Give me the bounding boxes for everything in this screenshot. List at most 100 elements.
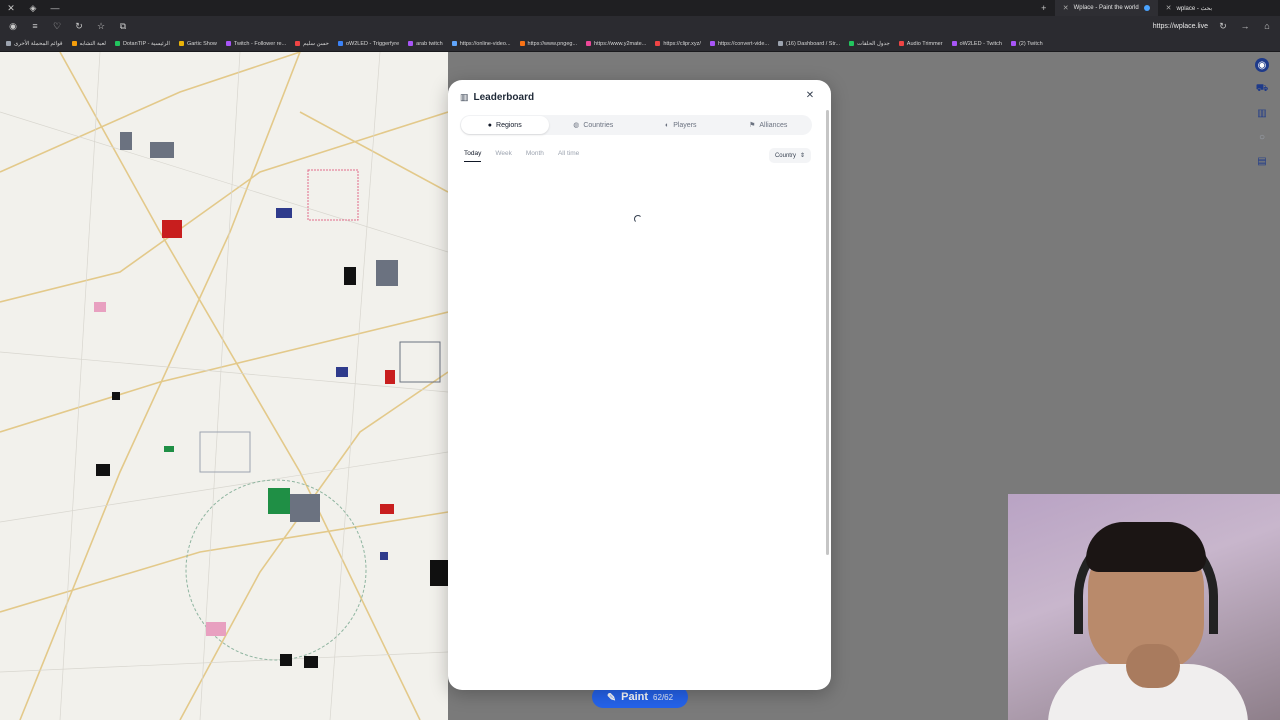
brush-icon: ✎ <box>606 691 617 704</box>
period-today[interactable]: Today <box>464 150 482 162</box>
bookmark-label: arab twitch <box>416 40 443 47</box>
bookmark-label: Twitch - Follower re... <box>233 40 287 47</box>
bookmark-item[interactable]: https://www.pngeg... <box>519 41 577 47</box>
scrollbar[interactable] <box>826 110 829 555</box>
close-tab-icon[interactable]: ✕ <box>1166 4 1172 12</box>
home-icon[interactable]: ⌂ <box>1260 21 1274 31</box>
bookmark-label: (16) Dashboard / Str... <box>786 40 841 47</box>
favorite-icon[interactable]: ♡ <box>50 21 64 32</box>
tab-search[interactable]: ✕ wplace - بحث <box>1158 0 1220 16</box>
bookmark-favicon-icon <box>451 41 457 46</box>
bookmark-label: Audio Trimmer <box>906 40 943 47</box>
browser-menu-icon[interactable]: ◈ <box>22 0 44 16</box>
map-roads <box>0 52 448 720</box>
globe-icon: ◍ <box>573 122 580 129</box>
tab-label: Regions <box>496 121 522 129</box>
bookmark-item[interactable]: حسن سليم <box>295 41 329 47</box>
bookmark-favicon-icon <box>337 41 343 46</box>
modal-title: Leaderboard <box>473 92 535 103</box>
extensions-icon[interactable]: ◉ <box>6 21 20 32</box>
bookmark-item[interactable]: لعبة التشابه <box>71 41 106 47</box>
share-icon[interactable]: ⧉ <box>116 21 130 32</box>
bookmark-label: حسن سليم <box>303 40 329 47</box>
bookmark-favicon-icon <box>408 41 414 46</box>
webcam-overlay <box>1008 494 1280 720</box>
avatar-icon[interactable]: ◉ <box>1255 58 1269 72</box>
leaderboard-icon: ▥ <box>460 92 469 102</box>
bookmark-item[interactable]: DotanTIP - الرئيسية <box>114 41 170 47</box>
pixel-map-canvas[interactable] <box>0 52 448 720</box>
bookmark-label: Gartic Show <box>186 40 217 47</box>
bookmark-favicon-icon <box>519 41 525 46</box>
bookmark-favicon-icon <box>225 41 231 46</box>
period-month[interactable]: Month <box>526 150 544 162</box>
bookmark-item[interactable]: قوائم المحملة الأخرى <box>6 41 63 47</box>
hair-shape <box>1086 522 1206 572</box>
bookmark-label: https://online-video... <box>459 40 511 47</box>
modal-header: ▥ Leaderboard <box>460 92 534 103</box>
menu-icon[interactable]: ≡ <box>28 21 42 31</box>
country-select-value: Country <box>774 152 796 159</box>
reload-icon[interactable]: ↻ <box>72 21 86 32</box>
bookmark-favicon-icon <box>586 41 592 46</box>
bookmark-item[interactable]: (2) Twitch <box>1010 40 1043 47</box>
close-tab-icon[interactable]: ✕ <box>1063 4 1069 12</box>
bookmark-favicon-icon <box>778 41 783 46</box>
bookmark-item[interactable]: Audio Trimmer <box>898 40 943 47</box>
bookmark-item[interactable]: https://convert-vide... <box>709 41 769 47</box>
info-icon[interactable]: ○ <box>1255 130 1269 144</box>
close-button[interactable]: ✕ <box>803 88 817 102</box>
address-bar: ◉ ≡ ♡ ↻ ☆ ⧉ https://wplace.live ↻ → ⌂ <box>0 16 1280 36</box>
browser-tabstrip: ✕ ◈ — + ✕ Wplace - Paint the world ✕ wpl… <box>0 0 1280 16</box>
store-icon[interactable]: ⛟ <box>1255 82 1269 96</box>
url-field[interactable]: https://wplace.live <box>1153 23 1208 30</box>
bookmark-favicon-icon <box>951 41 957 46</box>
bookmark-item[interactable]: https://www.y2mate... <box>586 41 646 47</box>
bookmark-item[interactable]: oW2LED - Twitch <box>951 40 1002 47</box>
period-tabs: Today Week Month All time <box>464 150 579 162</box>
flag-icon: ⚑ <box>749 122 756 129</box>
leaderboard-icon[interactable]: ▥ <box>1255 106 1269 120</box>
bookmark-star-icon[interactable]: ☆ <box>94 21 108 32</box>
tab-players[interactable]: ◐ Players <box>637 115 725 135</box>
chart-icon[interactable]: ▤ <box>1255 154 1269 168</box>
bookmark-item[interactable]: Gartic Show <box>178 40 217 47</box>
country-select[interactable]: Country ⇕ <box>768 148 811 163</box>
period-week[interactable]: Week <box>495 150 512 162</box>
tab-label: Players <box>673 121 697 129</box>
bookmark-item[interactable]: Twitch - Follower re... <box>225 40 287 47</box>
bookmark-favicon-icon <box>6 41 11 46</box>
chevron-updown-icon: ⇕ <box>799 153 805 159</box>
leaderboard-tabs: ● Regions ◍ Countries ◐ Players ⚑ Allian… <box>460 115 812 135</box>
tab-label: Alliances <box>759 121 788 129</box>
bookmark-label: oW2LED - Twitch <box>959 40 1002 47</box>
close-window-icon[interactable]: ✕ <box>0 0 22 16</box>
bookmark-item[interactable]: https://online-video... <box>451 40 511 47</box>
pin-icon: ● <box>487 121 493 129</box>
tab-countries[interactable]: ◍ Countries <box>550 115 638 135</box>
bookmark-favicon-icon <box>709 41 715 46</box>
bookmark-item[interactable]: oW2LED - Triggerfyre <box>337 41 399 47</box>
tab-alliances[interactable]: ⚑ Alliances <box>725 115 813 135</box>
reload-page-icon[interactable]: ↻ <box>1216 21 1230 32</box>
new-tab-icon[interactable]: + <box>1033 0 1055 16</box>
tab-regions[interactable]: ● Regions <box>461 116 549 134</box>
leaderboard-modal: ▥ Leaderboard ✕ ● Regions ◍ Countries ◐ … <box>448 80 831 690</box>
paint-charges: 62/62 <box>653 692 674 702</box>
forward-icon[interactable]: → <box>1238 21 1252 31</box>
bookmark-item[interactable]: جدول الحلقات <box>849 41 890 47</box>
bookmark-label: https://clipr.xyz/ <box>663 40 701 47</box>
bookmark-favicon-icon <box>295 41 301 46</box>
tab-wplace[interactable]: ✕ Wplace - Paint the world <box>1054 0 1158 16</box>
minimize-icon[interactable]: — <box>44 0 66 16</box>
bookmark-label: (2) Twitch <box>1018 40 1043 47</box>
wplace-favicon-icon <box>1143 5 1150 11</box>
bookmark-item[interactable]: arab twitch <box>408 41 443 47</box>
user-icon: ◐ <box>664 121 670 129</box>
loading-spinner-icon <box>634 215 642 223</box>
bookmark-item[interactable]: https://clipr.xyz/ <box>655 41 701 47</box>
bookmark-label: قوائم المحملة الأخرى <box>14 40 63 47</box>
bookmark-item[interactable]: (16) Dashboard / Str... <box>778 41 840 47</box>
bookmark-favicon-icon <box>114 41 120 46</box>
period-all-time[interactable]: All time <box>558 150 579 162</box>
